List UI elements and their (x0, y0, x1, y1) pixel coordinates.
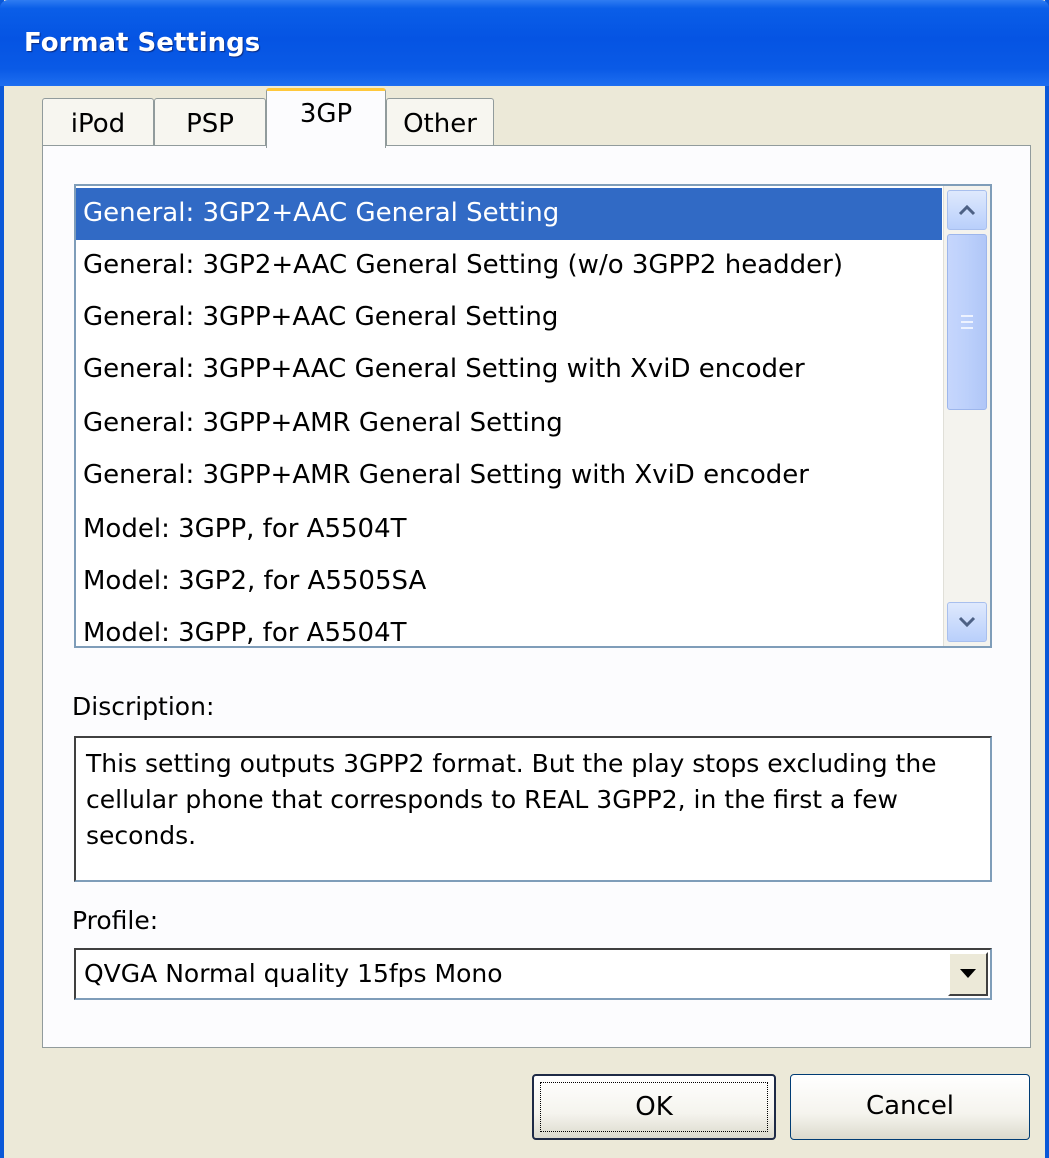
list-item[interactable]: Model: 3GP2, for A5505SA (76, 556, 942, 608)
list-item[interactable]: Model: 3GPP, for A5504T (76, 608, 942, 646)
chevron-up-icon (958, 204, 976, 216)
window-title: Format Settings (24, 28, 261, 58)
triangle-down-icon (960, 969, 976, 978)
tab-label: 3GP (299, 99, 353, 129)
title-bar[interactable]: Format Settings (0, 0, 1049, 86)
tab-ipod[interactable]: iPod (42, 98, 154, 148)
ok-button[interactable]: OK (532, 1074, 776, 1140)
grip-icon (961, 315, 973, 329)
list-item[interactable]: General: 3GPP+AMR General Setting (76, 398, 942, 450)
tab-3gp[interactable]: 3GP (266, 88, 386, 148)
list-item[interactable]: General: 3GPP+AAC General Setting with X… (76, 344, 942, 396)
list-item[interactable]: General: 3GPP+AMR General Setting with X… (76, 450, 942, 502)
description-text: This setting outputs 3GPP2 format. But t… (74, 736, 992, 882)
format-settings-window: Format Settings iPod PSP 3GP Other Gener… (0, 0, 1049, 1158)
description-label: Discription: (72, 692, 215, 721)
list-item[interactable]: General: 3GP2+AAC General Setting (w/o 3… (76, 240, 942, 292)
tab-label: PSP (186, 109, 234, 139)
profile-dropdown[interactable]: QVGA Normal quality 15fps Mono (74, 948, 992, 1000)
list-item[interactable]: General: 3GP2+AAC General Setting (76, 188, 942, 240)
vertical-scrollbar[interactable] (943, 186, 990, 646)
tab-label: Other (403, 109, 477, 139)
list-item[interactable]: General: 3GPP+AAC General Setting (76, 292, 942, 344)
dropdown-button[interactable] (948, 952, 988, 996)
tab-other[interactable]: Other (386, 98, 494, 148)
settings-listbox[interactable]: General: 3GP2+AAC General Setting Genera… (74, 184, 992, 648)
scrollbar-thumb[interactable] (947, 234, 987, 410)
scroll-down-button[interactable] (947, 602, 987, 642)
scroll-up-button[interactable] (947, 190, 987, 230)
profile-value: QVGA Normal quality 15fps Mono (84, 959, 503, 988)
tab-label: iPod (70, 109, 126, 139)
ok-button-label: OK (635, 1092, 673, 1122)
list-item[interactable]: Model: 3GPP, for A5504T (76, 504, 942, 556)
cancel-button[interactable]: Cancel (790, 1074, 1030, 1140)
profile-label: Profile: (72, 906, 159, 935)
tab-psp[interactable]: PSP (154, 98, 266, 148)
chevron-down-icon (958, 616, 976, 628)
cancel-button-label: Cancel (865, 1091, 955, 1121)
